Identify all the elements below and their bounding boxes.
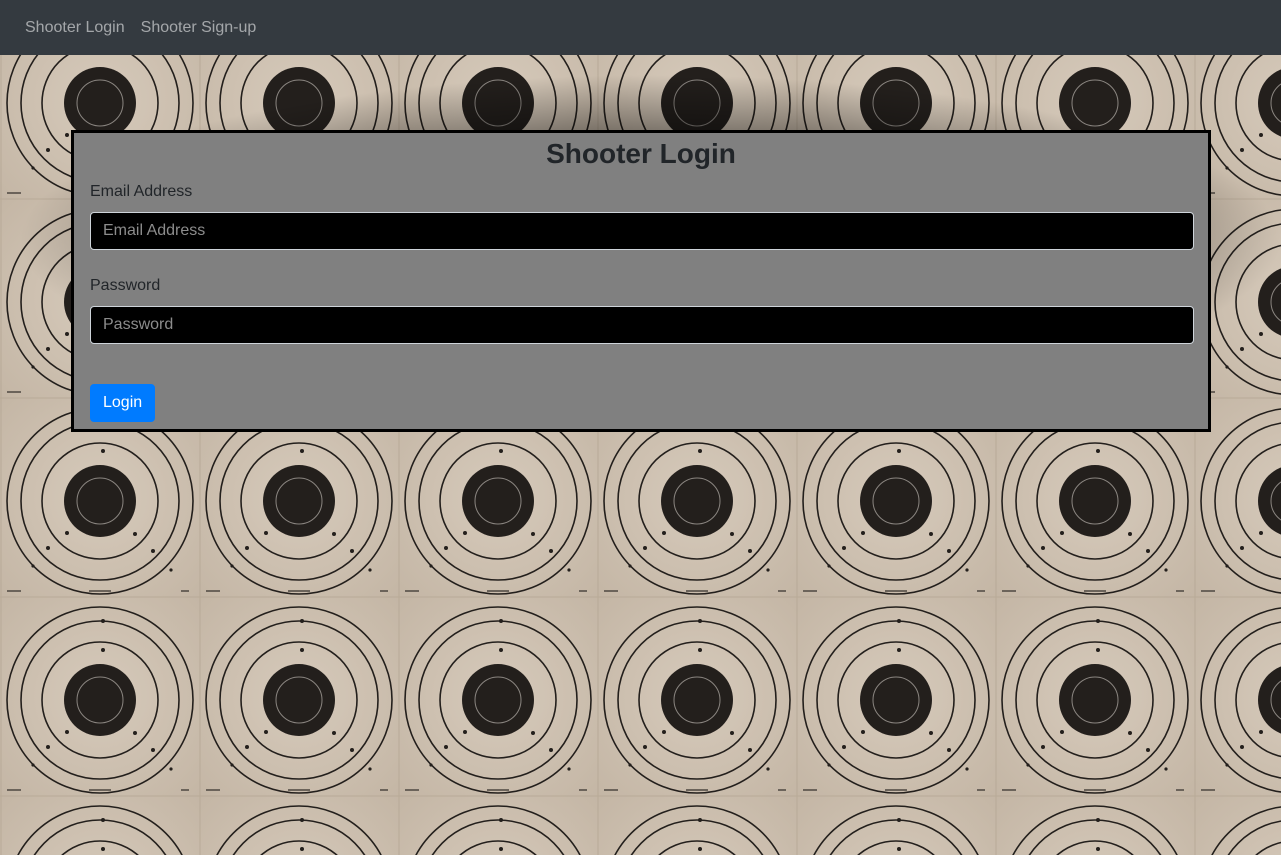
email-field[interactable] xyxy=(90,212,1194,250)
login-button[interactable]: Login xyxy=(90,384,156,422)
page-title: Shooter Login xyxy=(546,138,736,169)
nav-link-shooter-signup[interactable]: Shooter Sign-up xyxy=(133,16,265,40)
nav-link-shooter-login[interactable]: Shooter Login xyxy=(17,16,133,40)
login-card: Shooter Login Email Address Password Log… xyxy=(71,130,1211,432)
password-label: Password xyxy=(90,277,161,294)
email-label: Email Address xyxy=(90,183,193,200)
password-field[interactable] xyxy=(90,306,1194,344)
top-navbar: Shooter Login Shooter Sign-up xyxy=(0,0,1281,55)
